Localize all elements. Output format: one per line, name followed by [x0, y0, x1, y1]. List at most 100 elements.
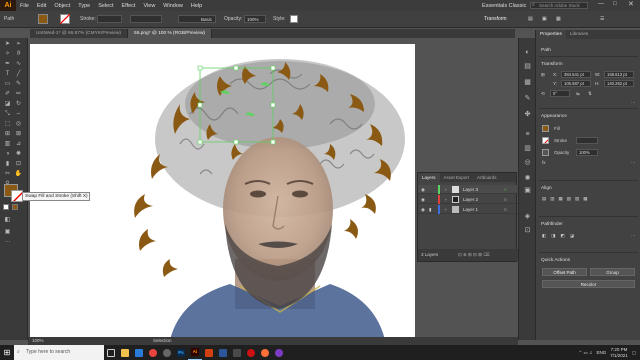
minimize-icon[interactable]: — [598, 1, 604, 7]
column-graph-icon[interactable]: ▮ [3, 160, 12, 168]
store-icon[interactable] [230, 345, 244, 360]
clock[interactable]: 7:20 PM 7/1/2021 [610, 347, 628, 359]
graphic-style-swatch[interactable] [290, 15, 298, 23]
rectangle-tool-icon[interactable]: ▭ [3, 80, 12, 88]
layer-name[interactable]: Layer 2 [463, 195, 478, 204]
file-explorer-icon[interactable] [118, 345, 132, 360]
layers-actions-icon[interactable]: ⊡ ⊕ ⊞ ⊟ ⊠ ⌫ [458, 249, 489, 261]
blend-icon[interactable]: ◑ [3, 150, 12, 158]
artboard-tool-icon[interactable]: ⊡ [14, 160, 23, 168]
reference-point-icon[interactable]: ⊞ [541, 72, 545, 78]
tab-untitled-1[interactable]: UntiWed-1* @ 66.67% (CMYK/Preview) [30, 29, 129, 38]
lasso-icon[interactable]: ϑ [14, 50, 23, 58]
windows-start-icon[interactable]: ⊞ [0, 345, 14, 360]
stroke-none-swatch[interactable] [60, 14, 70, 24]
settings-icon[interactable] [160, 345, 174, 360]
opacity-field[interactable]: 100% [244, 15, 266, 23]
height-field[interactable]: 140.262 pt [604, 80, 634, 87]
panel-menu-icon[interactable]: ☰ [600, 14, 604, 24]
target-icon[interactable]: ○ [504, 195, 507, 204]
edit-toolbar-icon[interactable]: ··· [3, 238, 12, 246]
zoom-level[interactable]: 100% [32, 337, 44, 345]
curvature-icon[interactable]: ∿ [14, 60, 23, 68]
free-transform-icon[interactable]: ⬚ [3, 120, 12, 128]
default-colors-icon[interactable] [3, 204, 9, 210]
input-language[interactable]: ENG [596, 350, 606, 355]
paintbrush-icon[interactable]: ✎ [14, 80, 23, 88]
recolor-button[interactable]: Recolor [542, 280, 635, 288]
fill-swatch[interactable] [38, 14, 48, 24]
stroke-weight-field[interactable] [97, 15, 122, 23]
tab-layers[interactable]: Layers [418, 173, 440, 182]
menu-object[interactable]: Object [50, 3, 74, 9]
chrome-icon[interactable] [146, 345, 160, 360]
close-icon[interactable]: ✕ [628, 0, 634, 8]
mesh-icon[interactable]: ⊠ [14, 130, 23, 138]
word-icon[interactable] [216, 345, 230, 360]
shape-builder-icon[interactable]: ◎ [14, 120, 23, 128]
pencil-icon[interactable]: ✏ [14, 90, 23, 98]
brush-definition[interactable]: Basic [178, 15, 216, 23]
draw-normal-icon[interactable]: ◧ [3, 216, 12, 224]
color-panel-icon[interactable]: ◐ [523, 48, 532, 57]
type-tool-icon[interactable]: T [3, 70, 12, 78]
more-options-icon[interactable]: ··· [631, 160, 636, 165]
graphic-styles-icon[interactable]: ▣ [523, 186, 532, 195]
angle-field[interactable]: 0° [550, 90, 570, 97]
target-icon[interactable]: ○ [504, 185, 507, 194]
tab-properties[interactable]: Properties [536, 30, 566, 39]
flip-vertical-icon[interactable]: ⇅ [588, 91, 592, 97]
line-segment-icon[interactable]: ╱ [14, 70, 23, 78]
target-icon[interactable]: ○ [504, 205, 507, 214]
opacity-field[interactable]: 100% [576, 149, 598, 156]
visibility-eye-icon[interactable]: ◉ [421, 205, 425, 214]
expand-chevron-icon[interactable]: › [445, 205, 447, 214]
pathfinder-buttons-icon[interactable]: ◧◨◩◪ [542, 233, 579, 239]
width-field[interactable]: 158.613 pt [604, 71, 634, 78]
more-options-icon[interactable]: ··· [631, 233, 636, 238]
transform-link[interactable]: Transform [484, 14, 507, 24]
arrange-icon[interactable]: ▦ [556, 14, 561, 24]
menu-window[interactable]: Window [159, 3, 187, 9]
isolate-icon[interactable]: ▣ [542, 14, 547, 24]
align-buttons-icon[interactable]: ▤▥▦▧▨▩ [542, 196, 592, 202]
menu-effect[interactable]: Effect [118, 3, 140, 9]
flip-horizontal-icon[interactable]: ⇋ [576, 91, 580, 97]
pen-tool-icon[interactable]: ✒ [3, 60, 12, 68]
gradient-panel-icon[interactable]: ▥ [523, 144, 532, 153]
workspace-switcher[interactable]: Essentials Classic [478, 3, 530, 9]
task-view-icon[interactable] [104, 345, 118, 360]
tab-libraries[interactable]: Libraries [566, 30, 592, 39]
lock-icon[interactable]: ▮ [429, 205, 431, 214]
visibility-eye-icon[interactable]: ◉ [421, 185, 425, 194]
eyedropper-icon[interactable]: ⊿ [14, 140, 23, 148]
transparency-icon[interactable]: ◎ [523, 158, 532, 167]
opacity-label[interactable]: Opacity: [224, 14, 242, 24]
swatches-icon[interactable]: ▦ [523, 78, 532, 87]
fill-swatch[interactable] [542, 125, 549, 132]
perspective-grid-icon[interactable]: ⊞ [3, 130, 12, 138]
magic-wand-icon[interactable]: ✧ [3, 50, 12, 58]
shaper-icon[interactable]: ✐ [3, 90, 12, 98]
align-icon[interactable]: ▤ [528, 14, 533, 24]
tray-icons[interactable]: ⌃ ▭ ♫ [579, 350, 593, 356]
menu-edit[interactable]: Edit [33, 3, 50, 9]
brushes-icon[interactable]: ✎ [523, 94, 532, 103]
appearance-icon[interactable]: ✺ [523, 174, 532, 183]
eraser-icon[interactable]: ◪ [3, 100, 12, 108]
stroke-panel-icon[interactable]: ≡ [523, 130, 532, 139]
stroke-swatch[interactable] [542, 137, 549, 144]
photoshop-icon[interactable]: Ps [174, 345, 188, 360]
x-field[interactable]: 384.541 pt [561, 71, 591, 78]
hand-tool-icon[interactable]: ✋ [14, 170, 23, 178]
media-player-icon[interactable] [202, 345, 216, 360]
selection-tool-icon[interactable]: ➤ [3, 40, 12, 48]
tab-55-png[interactable]: 55.png* @ 100 % (RGB/Preview) [128, 29, 213, 38]
screen-mode-icon[interactable]: ▣ [3, 228, 12, 236]
expand-chevron-icon[interactable]: › [445, 185, 447, 194]
symbols-icon[interactable]: ✤ [523, 110, 532, 119]
menu-view[interactable]: View [139, 3, 159, 9]
offset-path-button[interactable]: Offset Path [542, 268, 587, 276]
color-guide-icon[interactable]: ▤ [523, 62, 532, 71]
menu-select[interactable]: Select [94, 3, 117, 9]
